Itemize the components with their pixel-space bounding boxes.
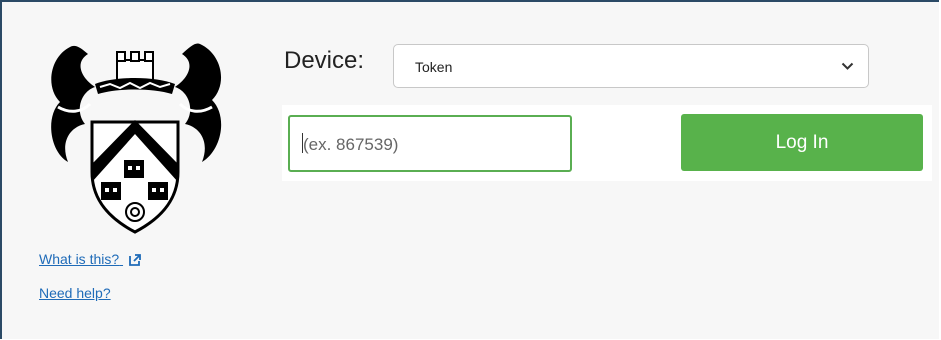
device-select[interactable]: Token	[393, 44, 869, 88]
device-select-value: Token	[415, 59, 453, 75]
external-link-icon	[129, 254, 141, 266]
passcode-input[interactable]: (ex. 867539)	[288, 115, 572, 172]
what-is-this-label: What is this?	[39, 251, 120, 267]
what-is-this-link[interactable]: What is this?	[39, 251, 141, 267]
login-frame: What is this? Need help? Device: Token (…	[0, 0, 939, 339]
device-label: Device:	[284, 47, 365, 74]
crest-logo	[51, 43, 222, 234]
chevron-down-icon	[841, 62, 854, 70]
passcode-placeholder: (ex. 867539)	[303, 135, 399, 154]
login-button[interactable]: Log In	[681, 114, 923, 171]
need-help-link[interactable]: Need help?	[39, 285, 111, 301]
